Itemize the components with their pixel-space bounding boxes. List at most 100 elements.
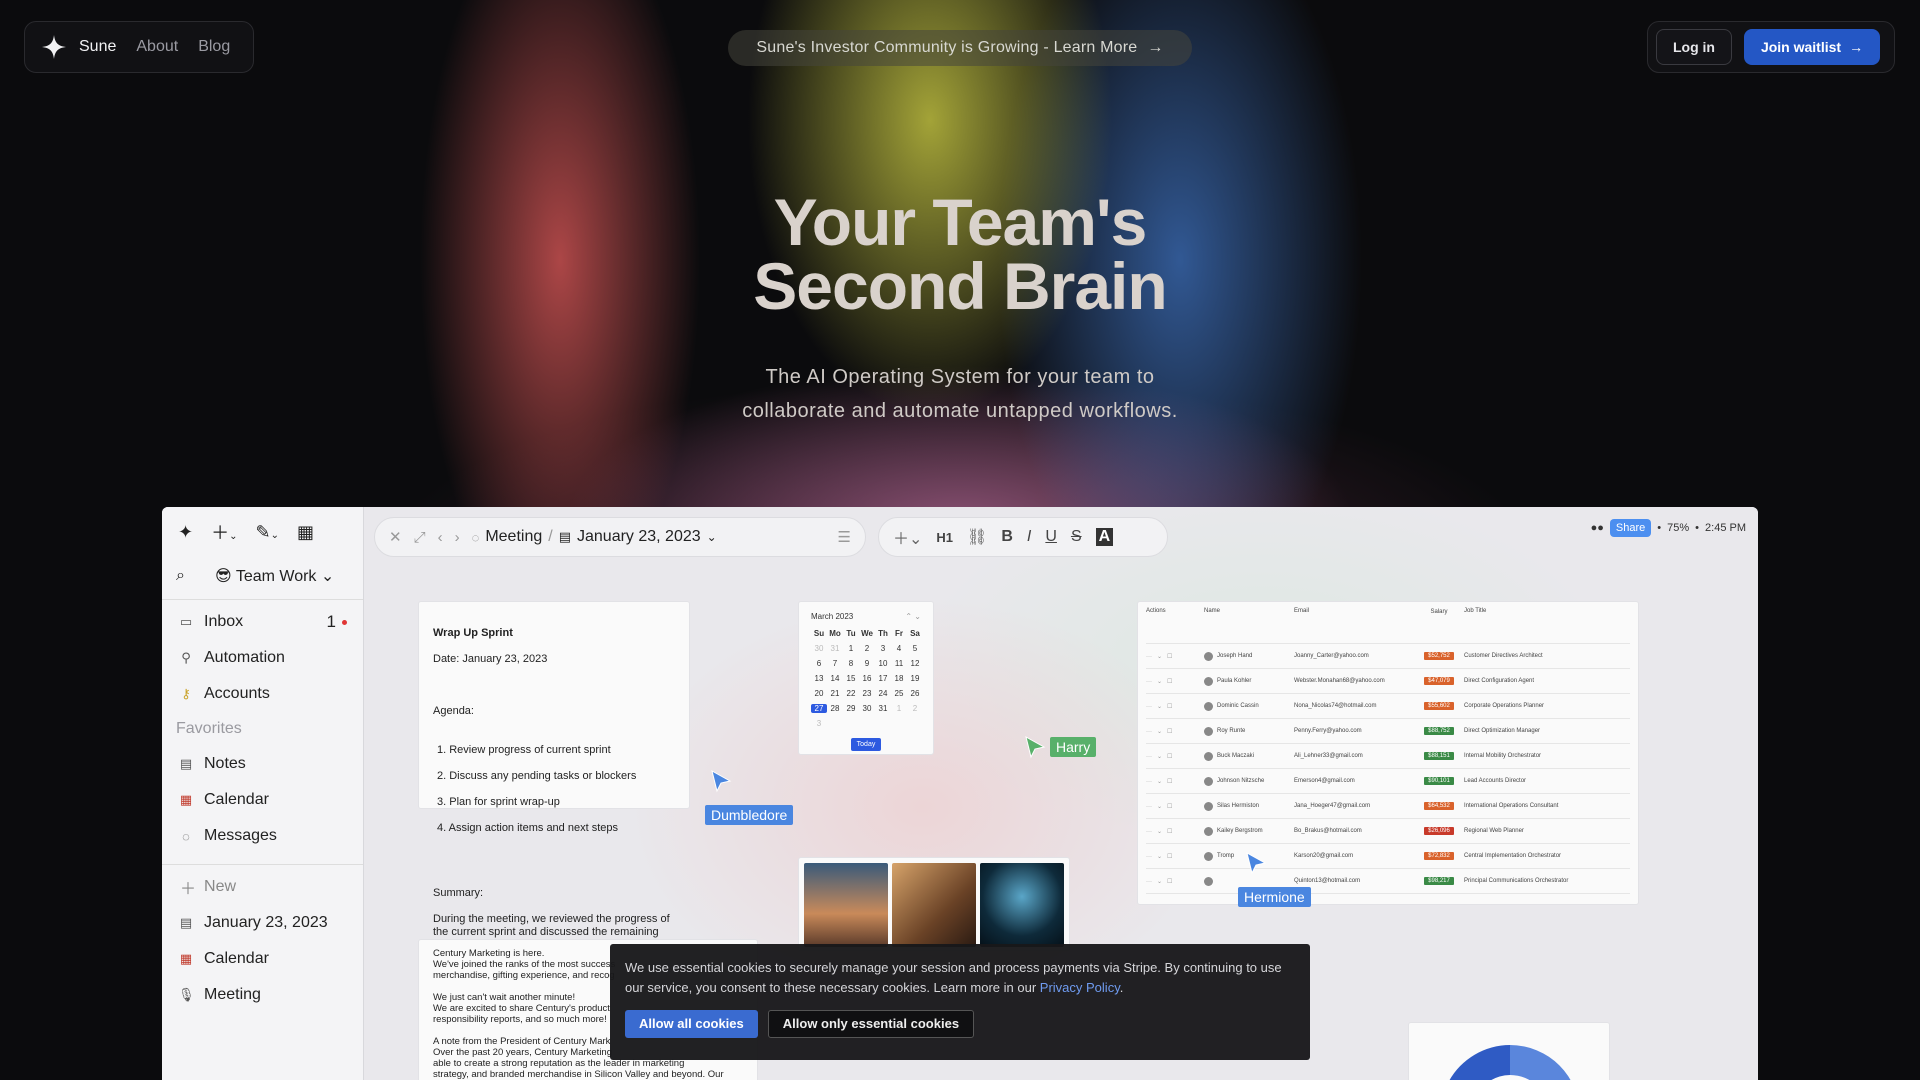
table-header-cell[interactable]: Job Title <box>1464 608 1584 614</box>
calendar-day[interactable]: 18 <box>891 674 907 683</box>
calendar-day[interactable]: 29 <box>843 704 859 713</box>
calendar-day[interactable]: 31 <box>875 704 891 713</box>
sidebar-item-accounts[interactable]: ⚷ Accounts <box>162 676 363 712</box>
table-row[interactable]: ··· ⌄ ☐ Roy Runte Penny.Ferry@yahoo.com $88… <box>1146 719 1630 744</box>
strikethrough-button[interactable]: S <box>1071 528 1082 546</box>
row-actions-icon[interactable]: ··· ⌄ ☐ <box>1146 728 1194 735</box>
close-icon[interactable]: ✕ <box>389 528 402 546</box>
sidebar-item-messages[interactable]: ◌ Messages <box>162 818 363 854</box>
row-actions-icon[interactable]: ··· ⌄ ☐ <box>1146 703 1194 710</box>
table-row[interactable]: ··· ⌄ ☐ Kailey Bergstrom Bo_Brakus@hotmail… <box>1146 819 1630 844</box>
calendar-day[interactable]: 5 <box>907 644 923 653</box>
allow-essential-cookies-button[interactable]: Allow only essential cookies <box>767 1010 975 1038</box>
sidebar-item-calendar[interactable]: ▦ Calendar <box>162 782 363 818</box>
calendar-day[interactable]: 2 <box>859 644 875 653</box>
table-row[interactable]: ··· ⌄ ☐ Tromp Karson20@gmail.com $72,832 Cen… <box>1146 844 1630 869</box>
calendar-day[interactable]: 1 <box>843 644 859 653</box>
calendar-day[interactable]: 2 <box>907 704 923 713</box>
row-actions-icon[interactable]: ··· ⌄ ☐ <box>1146 828 1194 835</box>
calendar-day[interactable]: 4 <box>891 644 907 653</box>
privacy-policy-link[interactable]: Privacy Policy <box>1040 980 1120 995</box>
calendar-day[interactable]: 10 <box>875 659 891 668</box>
calendar-day[interactable]: 22 <box>843 689 859 698</box>
table-header-cell[interactable]: Email <box>1294 608 1414 614</box>
table-row[interactable]: ··· ⌄ ☐ Paula Kohler Webster.Monahan68@yah… <box>1146 669 1630 694</box>
data-table-card[interactable]: Actions Name Email Salary Job Title ··· … <box>1137 601 1639 905</box>
calendar-day[interactable]: 31 <box>827 644 843 653</box>
table-row[interactable]: ··· ⌄ ☐ Silas Hermiston Jana_Hoeger47@gmai… <box>1146 794 1630 819</box>
row-actions-icon[interactable]: ··· ⌄ ☐ <box>1146 753 1194 760</box>
table-header-cell[interactable]: Salary <box>1424 608 1454 616</box>
table-row[interactable]: ··· ⌄ ☐ Dominic Cassin Nona_Nicolas74@hotm… <box>1146 694 1630 719</box>
today-button[interactable]: Today <box>851 738 881 751</box>
row-actions-icon[interactable]: ··· ⌄ ☐ <box>1146 778 1194 785</box>
table-row[interactable]: ··· ⌄ ☐ Johnson Nitzsche Emerson4@gmail.co… <box>1146 769 1630 794</box>
calendar-day[interactable]: 15 <box>843 674 859 683</box>
table-row[interactable]: ··· ⌄ ☐ Joseph Hand Joanny_Carter@yahoo.co… <box>1146 644 1630 669</box>
sidebar-item-recent-calendar[interactable]: ▦ Calendar <box>162 941 363 977</box>
sidebar-item-recent-note[interactable]: ▤ January 23, 2023 <box>162 905 363 941</box>
grid-icon[interactable]: ▦ <box>297 522 314 543</box>
calendar-day[interactable]: 8 <box>843 659 859 668</box>
calendar-day[interactable]: 19 <box>907 674 923 683</box>
sidebar-item-inbox[interactable]: ▭ Inbox 1 <box>162 604 363 640</box>
breadcrumb-meeting[interactable]: Meeting <box>485 528 542 546</box>
table-header-cell[interactable]: Name <box>1204 608 1284 614</box>
sune-logo-icon[interactable] <box>41 34 67 60</box>
calendar-day[interactable]: 6 <box>811 659 827 668</box>
chart-card[interactable] <box>1408 1022 1610 1080</box>
photo-diver[interactable] <box>980 863 1064 947</box>
calendar-nav-icons[interactable]: ⌃ ⌄ <box>905 612 921 621</box>
row-actions-icon[interactable]: ··· ⌄ ☐ <box>1146 803 1194 810</box>
calendar-day[interactable]: 1 <box>891 704 907 713</box>
calendar-day[interactable]: 24 <box>875 689 891 698</box>
calendar-day[interactable]: 25 <box>891 689 907 698</box>
link-icon[interactable]: ⛓ <box>967 527 987 547</box>
row-actions-icon[interactable]: ··· ⌄ ☐ <box>1146 878 1194 885</box>
calendar-day[interactable]: 11 <box>891 659 907 668</box>
italic-button[interactable]: I <box>1027 528 1031 546</box>
calendar-day[interactable]: 16 <box>859 674 875 683</box>
allow-all-cookies-button[interactable]: Allow all cookies <box>625 1010 758 1038</box>
calendar-day[interactable]: 3 <box>875 644 891 653</box>
nav-link-about[interactable]: About <box>136 38 178 56</box>
pen-icon[interactable]: ✎⌄ <box>255 522 278 543</box>
forward-icon[interactable]: › <box>455 529 460 546</box>
expand-icon[interactable]: ⤢ <box>414 529 426 546</box>
share-button[interactable]: Share <box>1609 519 1652 537</box>
row-actions-icon[interactable]: ··· ⌄ ☐ <box>1146 678 1194 685</box>
sidebar-item-automation[interactable]: ⚲ Automation <box>162 640 363 676</box>
nav-link-blog[interactable]: Blog <box>198 38 230 56</box>
new-button[interactable]: ＋ New <box>162 869 363 905</box>
zoom-level[interactable]: 75% <box>1667 522 1689 534</box>
row-actions-icon[interactable]: ··· ⌄ ☐ <box>1146 853 1194 860</box>
brand-link[interactable]: Sune <box>79 38 116 56</box>
add-block-icon[interactable]: ＋⌄ <box>893 525 922 549</box>
calendar-day[interactable]: 17 <box>875 674 891 683</box>
table-row[interactable]: ··· ⌄ ☐ Buck Maczaki Ali_Lehner33@gmail.co… <box>1146 744 1630 769</box>
sidebar-item-recent-meeting[interactable]: 🎙 Meeting <box>162 977 363 1013</box>
row-actions-icon[interactable]: ··· ⌄ ☐ <box>1146 653 1194 660</box>
calendar-day[interactable]: 14 <box>827 674 843 683</box>
calendar-day[interactable]: 26 <box>907 689 923 698</box>
list-icon[interactable]: ☰ <box>838 528 851 546</box>
calendar-day[interactable]: 20 <box>811 689 827 698</box>
photo-gallery[interactable] <box>798 857 1070 951</box>
calendar-day[interactable]: 30 <box>811 644 827 653</box>
heading-button[interactable]: H1 <box>936 530 953 545</box>
table-row[interactable]: ··· ⌄ ☐ Quinton13@hotmail.com $98,217 Princ… <box>1146 869 1630 894</box>
sparkle-icon[interactable]: ✦ <box>178 522 193 543</box>
calendar-day[interactable]: 7 <box>827 659 843 668</box>
search-icon[interactable]: ⌕ <box>176 567 185 585</box>
workspace-selector[interactable]: 😎 Team Work ⌄ <box>215 566 334 586</box>
calendar-day[interactable]: 9 <box>859 659 875 668</box>
calendar-day[interactable]: 21 <box>827 689 843 698</box>
meeting-note-card[interactable]: Wrap Up Sprint Date: January 23, 2023 Ag… <box>418 601 690 964</box>
back-icon[interactable]: ‹ <box>438 529 443 546</box>
calendar-day[interactable]: 27 <box>811 704 827 713</box>
chevron-down-icon[interactable]: ⌄ <box>707 530 717 544</box>
sidebar-item-notes[interactable]: ▤ Notes <box>162 746 363 782</box>
calendar-day[interactable]: 13 <box>811 674 827 683</box>
bold-button[interactable]: B <box>1001 528 1013 546</box>
breadcrumb-date[interactable]: January 23, 2023 <box>577 528 701 546</box>
